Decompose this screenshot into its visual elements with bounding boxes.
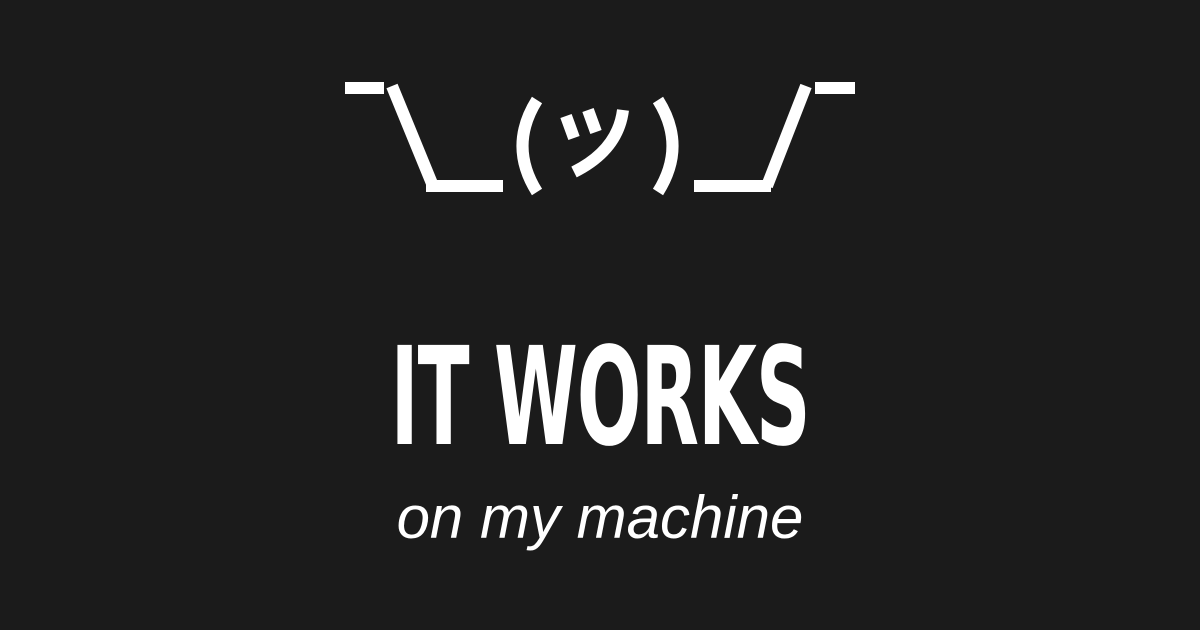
face-eye-left-mark [560, 113, 580, 141]
left-paren-mark [516, 96, 543, 196]
face-eye-right-mark [582, 107, 602, 135]
headline-text: IT WORKS [390, 319, 810, 477]
right-arm-mark [761, 83, 812, 189]
face-mouth-mark [571, 109, 629, 178]
shirt-design: IT WORKS on my machine [0, 0, 1200, 630]
left-arm-mark [386, 83, 439, 189]
subline-text: on my machine [396, 484, 804, 551]
right-paren-mark [652, 96, 679, 196]
